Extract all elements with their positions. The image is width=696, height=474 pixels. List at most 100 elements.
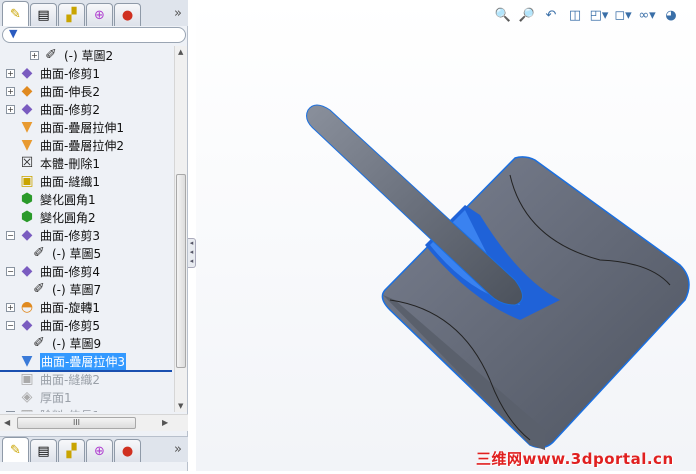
delete-body-icon: ☒ <box>20 155 34 171</box>
tree-item[interactable]: + ◆ 曲面-伸長2 <box>6 82 100 100</box>
tree-item-label: (-) 草圖9 <box>52 336 102 351</box>
horizontal-scrollbar[interactable]: ◀ III ▶ <box>0 414 188 431</box>
tree-item[interactable]: ▣ 曲面-縫織1 <box>6 172 100 190</box>
tree-item[interactable]: ✐ (-) 草圖5 <box>18 244 101 262</box>
zoom-to-fit-icon[interactable]: 🔍 <box>494 6 512 24</box>
sketch-icon: ✐ <box>33 281 45 297</box>
tree-item[interactable]: ▼ 曲面-疊層拉伸1 <box>6 118 124 136</box>
tree-item-label: 曲面-修剪5 <box>40 318 100 333</box>
watermark: 三维网www.3dportal.cn <box>476 450 674 468</box>
tree-item[interactable]: ▼ 曲面-疊層拉伸2 <box>6 136 124 154</box>
trim-icon: ◆ <box>21 65 33 81</box>
collapse-icon[interactable]: − <box>6 266 15 276</box>
more-tabs-button[interactable]: » <box>174 6 182 21</box>
tree-item-label: 除料-伸長1 <box>40 407 100 413</box>
dimxpert-icon: ⊕ <box>94 7 105 23</box>
tree-item[interactable]: ☒ 本體-刪除1 <box>6 154 100 172</box>
graphics-area[interactable] <box>196 0 696 471</box>
tree-item-label: 曲面-疊層拉伸3 <box>40 352 126 370</box>
tree-item[interactable]: − ◆ 曲面-修剪3 <box>6 226 100 244</box>
vertical-scrollbar[interactable]: ▲ ▼ <box>174 46 187 412</box>
sketch-icon: ✐ <box>33 335 45 351</box>
zoom-to-area-icon[interactable]: 🔎 <box>518 6 536 24</box>
cut-icon: ▦ <box>18 407 36 412</box>
knit-icon: ▣ <box>20 371 34 387</box>
sketch-icon: ✐ <box>45 47 57 63</box>
dimxpert-icon: ⊕ <box>94 443 105 459</box>
scroll-right-icon[interactable]: ▶ <box>162 418 168 427</box>
tree-item[interactable]: + ◆ 曲面-修剪1 <box>6 64 100 82</box>
expand-icon[interactable]: + <box>6 302 15 312</box>
tree-item-label: 變化圓角1 <box>40 192 96 207</box>
tree-item[interactable]: ⬢ 變化圓角2 <box>6 208 96 226</box>
display-manager-icon: ● <box>121 443 134 459</box>
tree-item[interactable]: − ◆ 曲面-修剪5 <box>6 316 100 334</box>
tree-item-label: 曲面-縫織2 <box>40 372 100 387</box>
trim-icon: ◆ <box>21 263 33 279</box>
tree-item[interactable]: + ✐ (-) 草圖2 <box>30 46 113 64</box>
panel-splitter[interactable] <box>188 0 196 471</box>
fillet-icon: ⬢ <box>20 191 34 207</box>
collapse-icon[interactable]: − <box>6 320 15 330</box>
expand-icon[interactable]: + <box>6 410 15 412</box>
expand-icon[interactable]: + <box>6 68 15 78</box>
horizontal-scroll-thumb[interactable]: III <box>17 417 136 429</box>
feature-manager-icon: ✎ <box>10 442 21 458</box>
tree-item[interactable]: ◈ 厚面1 <box>6 388 72 406</box>
fillet-icon: ⬢ <box>20 209 34 225</box>
filter-input[interactable]: ▼ <box>2 27 186 43</box>
scroll-down-icon[interactable]: ▼ <box>178 402 183 410</box>
model-3d <box>306 104 690 450</box>
feature-manager-tab-bottom[interactable]: ✎ <box>2 437 29 462</box>
property-manager-icon: ▤ <box>37 7 50 23</box>
tree-item-label: 本體-刪除1 <box>40 156 100 171</box>
configuration-manager-tab[interactable]: ▞ <box>58 3 85 26</box>
tree-item-label: (-) 草圖7 <box>52 282 102 297</box>
sketch-icon: ✐ <box>33 245 45 261</box>
collapse-icon[interactable]: − <box>6 230 15 240</box>
dimxpert-manager-tab[interactable]: ⊕ <box>86 3 113 26</box>
expand-icon[interactable]: + <box>6 104 15 114</box>
dimxpert-manager-tab-bottom[interactable]: ⊕ <box>86 439 113 462</box>
expand-icon[interactable]: + <box>6 86 15 96</box>
panel-tabs-bottom: ✎ ▤ ▞ ⊕ ● » <box>0 436 188 462</box>
tree-item[interactable]: + ◆ 曲面-修剪2 <box>6 100 100 118</box>
display-style-icon[interactable]: ◻▾ <box>614 6 632 24</box>
scroll-up-icon[interactable]: ▲ <box>178 48 183 56</box>
tree-item[interactable]: ▼ 曲面-疊層拉伸3 <box>6 352 126 370</box>
hide-show-icon[interactable]: ∞▾ <box>638 6 656 24</box>
expand-icon[interactable]: + <box>30 50 39 60</box>
tree-item[interactable]: ✐ (-) 草圖9 <box>18 334 101 352</box>
configuration-manager-icon: ▞ <box>66 7 77 23</box>
tree-item-label: 曲面-旋轉1 <box>40 300 100 315</box>
tree-item[interactable]: − ◆ 曲面-修剪4 <box>6 262 100 280</box>
section-view-icon[interactable]: ◫ <box>566 6 584 24</box>
vertical-scroll-thumb[interactable] <box>176 174 186 368</box>
tree-item-label: (-) 草圖5 <box>52 246 102 261</box>
panel-tabs-top: ✎ ▤ ▞ ⊕ ● » <box>0 0 188 26</box>
tree-item[interactable]: +▦ 除料-伸長1 <box>6 406 100 412</box>
filter-icon: ▼ <box>9 27 18 40</box>
property-manager-tab-bottom[interactable]: ▤ <box>30 439 57 462</box>
more-tabs-button-bottom[interactable]: » <box>174 442 182 457</box>
trim-icon: ◆ <box>21 317 33 333</box>
feature-manager-tab[interactable]: ✎ <box>2 1 29 26</box>
appearance-icon[interactable]: ◕ <box>662 6 680 24</box>
tree-item[interactable]: ✐ (-) 草圖7 <box>18 280 101 298</box>
property-manager-tab[interactable]: ▤ <box>30 3 57 26</box>
loft-blue-icon: ▼ <box>21 353 33 369</box>
tree-item[interactable]: + ◓ 曲面-旋轉1 <box>6 298 100 316</box>
tree-item[interactable]: ⬢ 變化圓角1 <box>6 190 96 208</box>
loft-icon: ▼ <box>21 119 33 135</box>
display-manager-tab[interactable]: ● <box>114 3 141 26</box>
view-orientation-icon[interactable]: ◰▾ <box>590 6 609 24</box>
display-manager-tab-bottom[interactable]: ● <box>114 439 141 462</box>
tree-item[interactable]: ▣ 曲面-縫織2 <box>6 370 100 388</box>
collapse-panel-handle[interactable]: ◂ ◂ ◂ <box>188 238 196 268</box>
previous-view-icon[interactable]: ↶ <box>542 6 560 24</box>
view-toolbar: 🔍 🔎 ↶ ◫ ◰▾ ◻▾ ∞▾ ◕ <box>494 6 680 24</box>
configuration-manager-tab-bottom[interactable]: ▞ <box>58 439 85 462</box>
scroll-left-icon[interactable]: ◀ <box>4 418 10 427</box>
tree-item-label: 變化圓角2 <box>40 210 96 225</box>
tree-item-label: 曲面-修剪4 <box>40 264 100 279</box>
